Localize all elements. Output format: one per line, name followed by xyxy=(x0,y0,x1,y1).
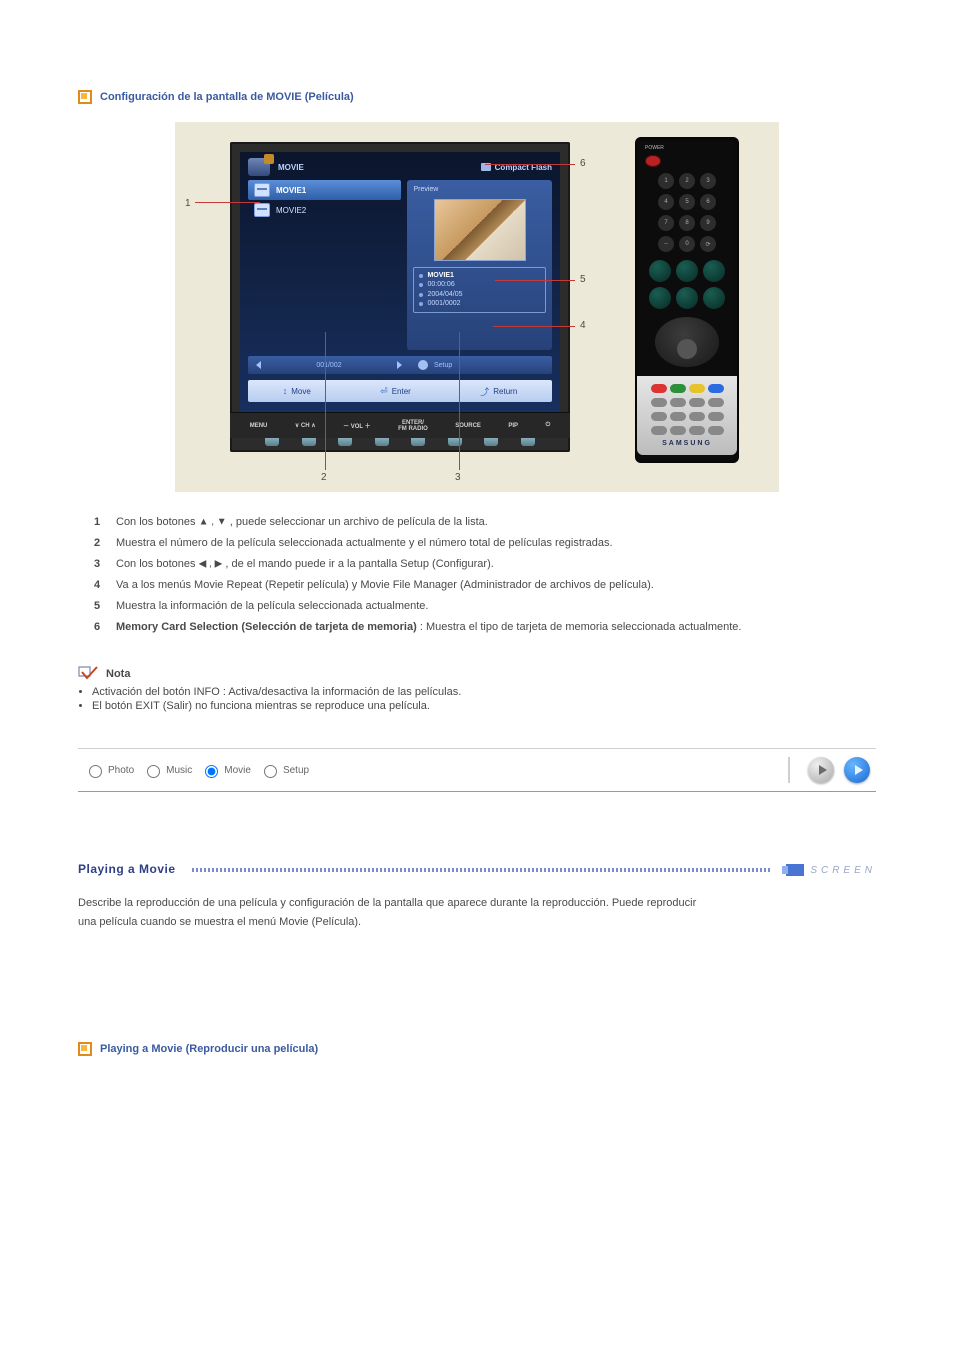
enter-icon: ⏎ xyxy=(380,386,388,397)
tv-btn-label: ENTER/ FM RADIO xyxy=(398,420,428,432)
legend-item: 2 Muestra el número de la película selec… xyxy=(94,535,876,552)
note-block: Nota Activación del botón INFO : Activa/… xyxy=(78,666,876,712)
page-right-icon xyxy=(397,361,402,369)
callout-number: 4 xyxy=(580,320,586,331)
help-bar: ↕Move ⏎Enter ⤴Return xyxy=(248,380,552,402)
note-item: El botón EXIT (Salir) no funciona mientr… xyxy=(92,700,876,712)
mode-radio[interactable] xyxy=(89,765,102,778)
return-icon: ⤴ xyxy=(480,385,489,398)
callout-number: 1 xyxy=(185,198,191,209)
movie-file-icon xyxy=(254,183,270,197)
movie-info-box: MOVIE1 00:00:06 2004/04/05 0001/0002 xyxy=(413,267,546,313)
legend-item: 1 Con los botones ▲ , ▼ , puede seleccio… xyxy=(94,514,876,531)
page-setup-bar: 001/002 Setup xyxy=(248,356,552,374)
mode-label: Setup xyxy=(283,765,309,776)
tv-btn-label: MENU xyxy=(250,423,268,429)
callout-number: 5 xyxy=(580,274,586,285)
legend-item: 6 Memory Card Selection (Selección de ta… xyxy=(94,619,876,636)
mode-option-setup[interactable]: Setup xyxy=(259,762,309,778)
mode-option-movie[interactable]: Movie xyxy=(200,762,251,778)
section-title-2: Playing a Movie xyxy=(78,862,176,876)
tv-btn-label: ⏻ xyxy=(545,422,550,429)
next-button[interactable] xyxy=(844,757,870,783)
callout-number: 6 xyxy=(580,158,586,169)
movie-file-icon xyxy=(254,203,270,217)
mode-radio[interactable] xyxy=(264,765,277,778)
tv-btn-label: － VOL ＋ xyxy=(343,421,371,430)
tv-front-buttons: MENU ∨ CH ∧ － VOL ＋ ENTER/ FM RADIO SOUR… xyxy=(230,412,570,452)
movie-list-item: MOVIE1 xyxy=(248,180,401,200)
legend-item: 3 Con los botones ◀ , ▶ , de el mando pu… xyxy=(94,556,876,573)
preview-label: Preview xyxy=(413,186,546,193)
note-label: Nota xyxy=(106,668,130,680)
dotted-divider xyxy=(192,868,771,872)
remote-control: POWER 123 456 789 –0⟳ SAMSUNG xyxy=(635,137,739,463)
legend-list: 1 Con los botones ▲ , ▼ , puede seleccio… xyxy=(94,514,876,636)
movie-list-item: MOVIE2 xyxy=(248,200,401,220)
preview-thumbnail xyxy=(434,199,526,261)
mode-option-photo[interactable]: Photo xyxy=(84,762,134,778)
note-check-icon xyxy=(78,666,98,682)
section-title-1: Configuración de la pantalla de MOVIE (P… xyxy=(100,91,354,103)
osd-title: MOVIE xyxy=(278,163,304,172)
up-down-arrows-icon: ▲ , ▼ xyxy=(199,516,227,527)
tv-frame: MOVIE Compact Flash MOVIE1 MOVIE2 Previe… xyxy=(230,142,570,452)
preview-panel: Preview MOVIE1 00:00:06 2004/04/05 0001/… xyxy=(407,180,552,350)
screen-tag-label: SCREEN xyxy=(810,865,876,876)
section-bullet-icon xyxy=(78,1042,92,1056)
section-title-3: Playing a Movie (Reproducir una película… xyxy=(100,1043,318,1055)
movie-screen-figure: MOVIE Compact Flash MOVIE1 MOVIE2 Previe… xyxy=(175,122,779,492)
tv-btn-label: ∨ CH ∧ xyxy=(295,422,316,429)
remote-power-button-icon xyxy=(645,155,661,167)
page-indicator: 001/002 xyxy=(316,362,341,369)
note-item: Activación del botón INFO : Activa/desac… xyxy=(92,686,876,698)
mode-radio[interactable] xyxy=(205,765,218,778)
screen-logo-icon xyxy=(786,864,804,876)
tv-osd: MOVIE Compact Flash MOVIE1 MOVIE2 Previe… xyxy=(240,152,560,412)
tv-btn-label: PIP xyxy=(508,423,518,429)
setup-label: Setup xyxy=(434,362,452,369)
movie-list: MOVIE1 MOVIE2 xyxy=(248,180,401,350)
section-2-description: Describe la reproducción de una película… xyxy=(78,894,698,931)
remote-dpad xyxy=(655,317,719,367)
mode-label: Photo xyxy=(108,765,134,776)
remote-numpad: 123 456 789 –0⟳ xyxy=(658,173,716,252)
wiselink-logo-icon xyxy=(248,158,270,176)
prev-button[interactable] xyxy=(808,757,834,783)
legend-item: 4 Va a los menús Movie Repeat (Repetir p… xyxy=(94,577,876,594)
section-bullet-icon xyxy=(78,90,92,104)
callout-number: 2 xyxy=(321,472,327,483)
remote-mid-buttons xyxy=(649,260,725,309)
legend-item: 5 Muestra la información de la película … xyxy=(94,598,876,615)
left-right-arrows-icon: ◀ , ▶ xyxy=(199,558,223,569)
play-icon xyxy=(855,765,863,775)
page-left-icon xyxy=(256,361,261,369)
mode-navigation: Photo Music Movie Setup xyxy=(78,748,876,792)
mode-radio[interactable] xyxy=(147,765,160,778)
mode-label: Music xyxy=(166,765,192,776)
remote-power-label: POWER xyxy=(645,145,664,151)
callout-number: 3 xyxy=(455,472,461,483)
mode-label: Movie xyxy=(224,765,251,776)
screen-tag: SCREEN xyxy=(786,864,876,876)
setup-gear-icon xyxy=(418,360,428,370)
move-icon: ↕ xyxy=(283,386,288,396)
play-icon xyxy=(819,765,827,775)
remote-brand: SAMSUNG xyxy=(662,440,712,447)
mode-option-music[interactable]: Music xyxy=(142,762,192,778)
